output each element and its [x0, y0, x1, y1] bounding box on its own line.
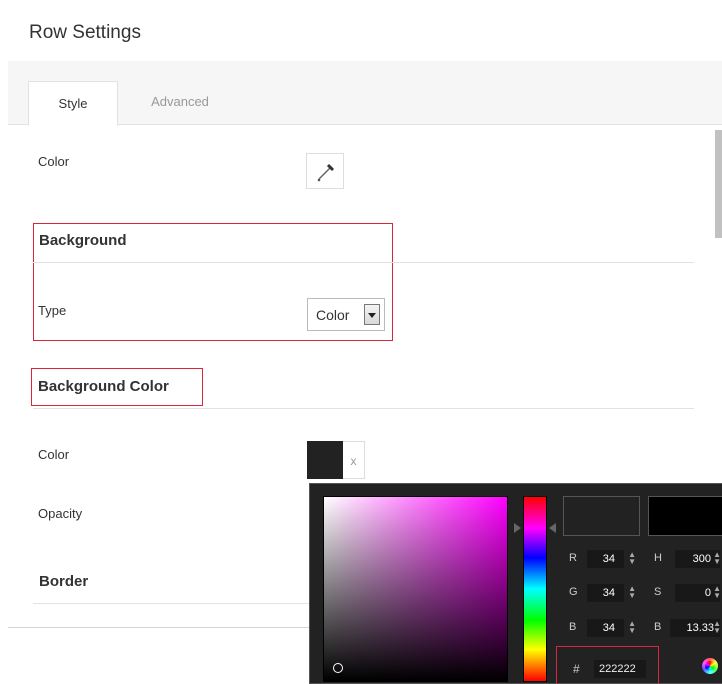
spinner-icon[interactable]: ▲ ▼ [628, 585, 636, 600]
color-selector-handle[interactable] [333, 663, 343, 673]
color-wheel-icon[interactable] [702, 658, 718, 674]
tab-bar: Style Advanced [8, 61, 722, 126]
spinner-icon[interactable]: ▲ ▼ [713, 551, 721, 566]
red-field[interactable]: R 34 ▲ ▼ [563, 549, 638, 569]
brightness-label: B [654, 621, 662, 633]
brightness-field[interactable]: B 13.33 ▲ ▼ [648, 618, 722, 638]
background-type-value: Color [316, 307, 350, 323]
divider [33, 603, 309, 604]
background-type-select[interactable]: Color [307, 298, 385, 331]
text-color-picker-button[interactable] [306, 153, 344, 189]
hue-slider[interactable] [523, 496, 547, 682]
chevron-down-icon[interactable] [364, 304, 380, 325]
red-value[interactable]: 34 [587, 550, 624, 568]
hue-label: H [654, 552, 662, 564]
divider [33, 262, 694, 263]
text-color-label: Color [38, 154, 70, 169]
blue-value[interactable]: 34 [587, 619, 624, 637]
color-picker-popup: R 34 ▲ ▼ G 34 ▲ ▼ B 34 ▲ ▼ H 300 ▲ ▼ S 0 ▲ ▼ … [309, 483, 722, 684]
red-label: R [569, 552, 577, 564]
background-color-section-title: Background Color [38, 378, 169, 395]
spinner-icon[interactable]: ▲ ▼ [713, 585, 721, 600]
dialog-title: Row Settings [29, 22, 141, 43]
spinner-icon[interactable]: ▲ ▼ [628, 551, 636, 566]
green-field[interactable]: G 34 ▲ ▼ [563, 583, 638, 603]
blue-label: B [569, 621, 577, 633]
clear-color-button[interactable]: x [343, 441, 365, 479]
opacity-label: Opacity [38, 506, 83, 521]
new-color-preview [563, 496, 640, 536]
spinner-icon[interactable]: ▲ ▼ [628, 620, 636, 635]
saturation-field[interactable]: S 0 ▲ ▼ [648, 583, 722, 603]
green-label: G [569, 586, 578, 598]
hex-label: # [573, 662, 580, 676]
spinner-icon[interactable]: ▲ ▼ [713, 620, 721, 635]
background-color-swatch[interactable] [307, 441, 343, 479]
tab-advanced[interactable]: Advanced [130, 81, 230, 126]
tab-style[interactable]: Style [28, 81, 118, 126]
saturation-label: S [654, 586, 662, 598]
hex-input[interactable]: 222222 [594, 660, 646, 678]
border-section-title: Border [39, 573, 89, 590]
eyedropper-icon [317, 163, 335, 182]
blue-field[interactable]: B 34 ▲ ▼ [563, 618, 638, 638]
panel-bottom-border [8, 627, 309, 628]
saturation-brightness-area[interactable] [323, 496, 508, 682]
divider [33, 408, 694, 409]
hue-slider-arrow-right[interactable] [549, 523, 556, 533]
hue-slider-arrow-left[interactable] [514, 523, 521, 533]
background-section-title: Background [39, 232, 127, 249]
current-color-preview[interactable] [648, 496, 722, 536]
background-color-label: Color [38, 447, 70, 462]
scrollbar-thumb[interactable] [715, 130, 722, 238]
hue-field[interactable]: H 300 ▲ ▼ [648, 549, 722, 569]
type-label: Type [38, 303, 67, 318]
green-value[interactable]: 34 [587, 584, 624, 602]
